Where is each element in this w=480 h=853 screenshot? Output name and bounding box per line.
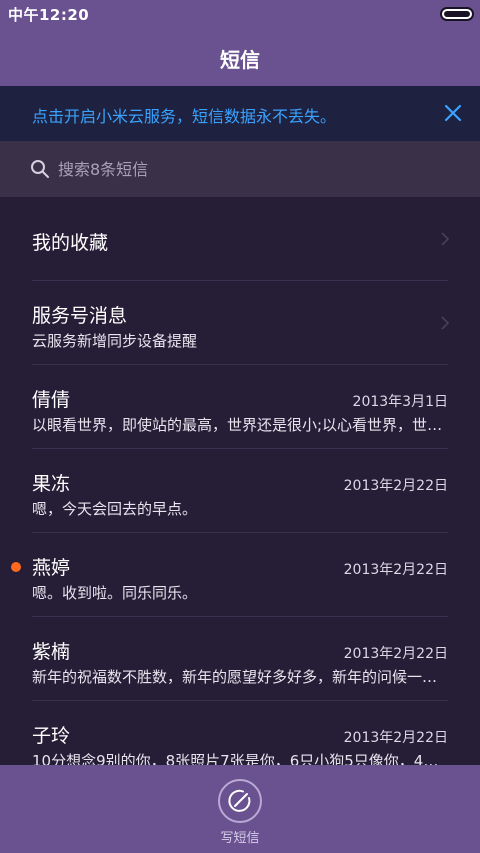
contact-name: 倩倩 [32,389,71,411]
message-date: 2013年2月22日 [343,562,448,578]
conversation-item[interactable]: 果冻 2013年2月22日 嗯，今天会回去的早点。 [0,449,480,533]
message-date: 2013年2月22日 [343,646,448,662]
page-title: 短信 [220,48,260,72]
message-preview: 嗯，今天会回去的早点。 [32,500,198,518]
service-messages-label: 服务号消息 [32,305,128,327]
contact-name: 紫楠 [32,641,71,663]
bottom-bar: 写短信 [0,765,480,853]
conversation-item[interactable]: 倩倩 2013年3月1日 以眼看世界，即使站的最高，世界还是很小;以心看世界，世… [0,365,480,449]
contact-name: 子玲 [32,725,71,747]
message-date: 2013年3月1日 [352,394,448,410]
conversation-item[interactable]: 燕婷 2013年2月22日 嗯。收到啦。同乐同乐。 [0,533,480,617]
top-bar: 中午12:20 短信 [0,0,480,86]
message-preview: 10分想念9别的你，8张照片7张是你，6只小狗5只像你，4季都在想你 [32,752,447,765]
conversation-item[interactable]: 子玲 2013年2月22日 10分想念9别的你，8张照片7张是你，6只小狗5只像… [0,701,480,765]
compose-icon [228,789,251,812]
unread-dot-icon [11,562,21,572]
service-messages-preview: 云服务新增同步设备提醒 [32,332,198,350]
message-date: 2013年2月22日 [343,478,448,494]
contact-name: 燕婷 [32,557,71,579]
status-time: 中午12:20 [8,6,90,24]
message-preview: 新年的祝福数不胜数，新年的愿望好多好多，新年的问候一直都在 [32,668,447,686]
search-icon [31,160,49,178]
chevron-right-icon [441,316,450,330]
message-list: 我的收藏 服务号消息 云服务新增同步设备提醒 倩倩 2013年3月1日 以眼看世… [0,197,480,765]
message-preview: 嗯。收到啦。同乐同乐。 [32,584,198,602]
status-bar: 中午12:20 [0,0,480,28]
list-item-service-messages[interactable]: 服务号消息 云服务新增同步设备提醒 [0,281,480,365]
compose-label[interactable]: 写短信 [0,827,480,846]
contact-name: 果冻 [32,473,71,495]
list-item-favorites[interactable]: 我的收藏 [0,197,480,281]
cloud-service-banner[interactable]: 点击开启小米云服务，短信数据永不丢失。 [0,86,480,141]
conversation-item[interactable]: 紫楠 2013年2月22日 新年的祝福数不胜数，新年的愿望好多好多，新年的问候一… [0,617,480,701]
search-bar[interactable] [0,141,480,197]
message-preview: 以眼看世界，即使站的最高，世界还是很小;以心看世界，世界再小也能装下我们的心 [32,416,447,434]
banner-text[interactable]: 点击开启小米云服务，短信数据永不丢失。 [32,103,336,127]
close-icon[interactable] [440,100,466,126]
message-date: 2013年2月22日 [343,730,448,746]
compose-button[interactable] [218,779,262,823]
chevron-right-icon [441,232,450,246]
battery-icon [440,7,474,21]
search-input[interactable] [58,153,458,185]
favorites-label: 我的收藏 [32,232,109,254]
